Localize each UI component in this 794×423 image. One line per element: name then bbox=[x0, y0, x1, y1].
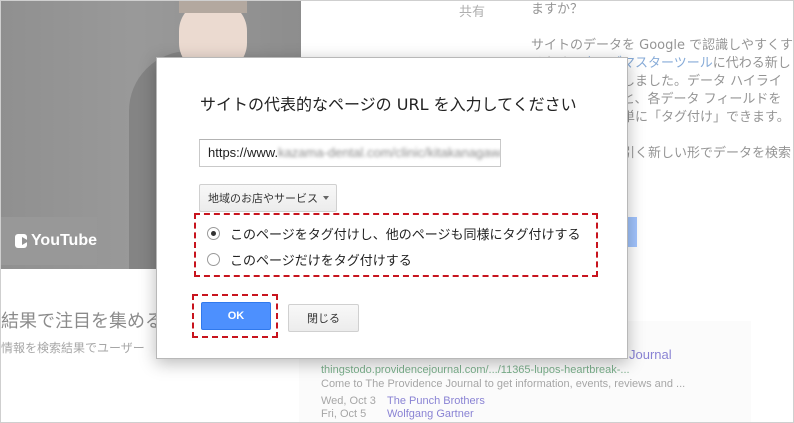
radio-tag-this-page-only[interactable]: このページだけをタグ付けする bbox=[207, 250, 412, 269]
tagging-options-group: このページをタグ付けし、他のページも同様にタグ付けする このページだけをタグ付け… bbox=[194, 213, 598, 277]
blurred-url-text: kazama-dental.com/clinic/kitakanagawa bbox=[278, 145, 501, 160]
url-input[interactable]: https://www.kazama-dental.com/clinic/kit… bbox=[199, 139, 501, 167]
close-button[interactable]: 閉じる bbox=[288, 304, 359, 332]
ok-highlight: OK bbox=[192, 294, 278, 338]
radio-tag-similar-pages[interactable]: このページをタグ付けし、他のページも同様にタグ付けする bbox=[207, 224, 580, 243]
url-input-dialog: サイトの代表的なページの URL を入力してください https://www.k… bbox=[156, 57, 628, 359]
dialog-title: サイトの代表的なページの URL を入力してください bbox=[200, 95, 577, 114]
category-dropdown[interactable]: 地域のお店やサービス bbox=[199, 184, 337, 212]
ok-button[interactable]: OK bbox=[201, 302, 271, 330]
radio-button-selected[interactable] bbox=[207, 227, 220, 240]
page: YouTube 共有 ますか？ サイトのデータを Google で認識しやすくす… bbox=[0, 0, 794, 423]
radio-button[interactable] bbox=[207, 253, 220, 266]
chevron-down-icon bbox=[323, 196, 329, 200]
